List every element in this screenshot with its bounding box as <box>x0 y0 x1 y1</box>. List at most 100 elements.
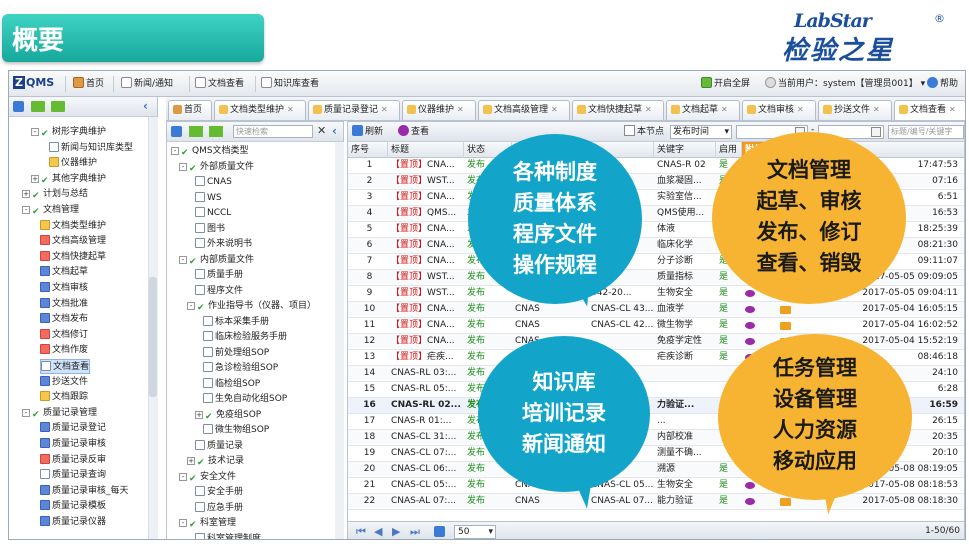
left-scrollbar-thumb[interactable] <box>149 277 157 397</box>
refresh-icon[interactable] <box>13 101 24 112</box>
row-title-text[interactable]: CNAS-CL 05:... <box>391 480 456 490</box>
tree-node[interactable]: 文档批准 <box>40 297 88 312</box>
tree-node[interactable]: 文档审核 <box>40 281 88 296</box>
collapse-icon[interactable]: - <box>22 408 30 417</box>
tree-node[interactable]: NCCL <box>195 206 231 221</box>
prev-page-icon[interactable]: ◀ <box>374 525 382 538</box>
tree-node[interactable]: 文档高级管理 <box>40 234 106 249</box>
tree-node[interactable]: 文档发布 <box>40 312 88 327</box>
row-title-text[interactable]: WST... <box>427 272 455 282</box>
tab-5[interactable]: 文档快捷起草 ✕ <box>572 100 664 120</box>
clear-search-icon[interactable]: ✕ <box>317 124 326 137</box>
tree-node[interactable]: + ✔ 免疫组SOP <box>195 408 261 423</box>
eye-icon[interactable] <box>745 290 755 297</box>
tree-node[interactable]: - ✔ 内部质量文件 <box>179 253 254 268</box>
refresh-button[interactable]: 刷新 <box>352 125 383 139</box>
tree-node[interactable]: - ✔ 文档管理 <box>22 203 79 218</box>
tree-node[interactable]: 文档作废 <box>40 343 88 358</box>
eye-icon[interactable] <box>745 482 755 489</box>
tab-8[interactable]: 抄送文件 ✕ <box>818 100 892 120</box>
row-title-text[interactable]: CNAS-RL 03:... <box>391 368 456 378</box>
next-page-icon[interactable]: ▶ <box>392 525 400 538</box>
tab-4[interactable]: 文档高级管理 ✕ <box>478 100 570 120</box>
tree-node[interactable]: - ✔ 树形字典维护 <box>31 125 106 140</box>
eye-icon[interactable] <box>745 498 755 505</box>
row-title-text[interactable]: WST... <box>427 288 455 298</box>
tree-node[interactable]: 标本采集手册 <box>203 315 269 330</box>
close-icon[interactable]: ✕ <box>457 105 464 114</box>
table-row[interactable]: 22 CNAS-AL 07:... 发布 CNAS CNAS-AL 07... 能力验证是… <box>348 494 964 510</box>
row-title-text[interactable]: CNA... <box>427 224 455 234</box>
table-row[interactable]: 9【置顶】WST...发布WS442-20...生物安全是2017-05-05 … <box>348 286 964 302</box>
tree-node[interactable]: 科室管理制度 <box>195 532 261 539</box>
collapse-panel-icon[interactable]: ‹ <box>332 124 337 138</box>
tree-node[interactable]: 临检组SOP <box>203 377 260 392</box>
collapse-icon[interactable]: - <box>22 206 30 214</box>
calendar-icon[interactable] <box>871 127 881 137</box>
expand-icon[interactable]: + <box>31 174 39 183</box>
expand-icon[interactable]: + <box>195 410 203 419</box>
row-title-text[interactable]: CNA... <box>427 192 455 202</box>
tree-node[interactable]: 质量手册 <box>195 268 243 283</box>
row-title-text[interactable]: 疟疾... <box>427 352 454 362</box>
fullscreen-button[interactable]: 开启全屏 <box>701 77 750 91</box>
tree-node[interactable]: - ✔ 外部质量文件 <box>179 160 254 175</box>
expand-icon[interactable]: + <box>187 457 195 465</box>
tree-node[interactable]: 抄送文件 <box>40 375 88 390</box>
home-button[interactable]: 首页 <box>73 77 104 91</box>
tree-node[interactable]: - ✔ 质量记录管理 <box>22 406 97 421</box>
tree-node[interactable]: - ✔ 科室管理 <box>179 516 236 531</box>
collapse-icon[interactable]: - <box>179 255 187 264</box>
tree-node[interactable]: - ✔ 安全文件 <box>179 470 236 485</box>
tree-node[interactable]: 文档跟踪 <box>40 390 88 405</box>
row-title-text[interactable]: WST... <box>427 176 455 186</box>
expand-all-icon[interactable] <box>31 101 45 112</box>
collapse-all-icon[interactable] <box>51 101 65 112</box>
tree-node[interactable]: 临床检验服务手册 <box>203 330 287 345</box>
row-title-text[interactable]: CNA... <box>427 336 455 346</box>
tree-node[interactable]: 质量记录仪器 <box>40 515 106 530</box>
tree-node[interactable]: 质量记录审核 <box>40 437 106 452</box>
tree-node[interactable]: 文档快捷起草 <box>40 250 106 265</box>
close-icon[interactable]: ✕ <box>873 105 880 114</box>
col-title[interactable]: 标题 <box>388 142 464 158</box>
tree-node[interactable]: 新闻与知识库类型 <box>49 141 133 156</box>
tree-node[interactable]: 质量记录审核_每天 <box>40 484 129 499</box>
tree-node[interactable]: WS <box>195 191 222 206</box>
expand-icon[interactable]: + <box>22 190 30 199</box>
page-size-select[interactable]: 50 ▾ <box>454 525 496 539</box>
tree-node[interactable]: 文档修订 <box>40 328 88 343</box>
last-page-icon[interactable]: ⏭ <box>410 525 420 539</box>
news-button[interactable]: 新闻/通知 <box>121 77 173 91</box>
eye-icon[interactable] <box>745 322 755 329</box>
refresh-icon[interactable] <box>434 526 445 537</box>
col-keyword[interactable]: 关键字 <box>654 142 716 158</box>
date-type-select[interactable]: 发布时间 ▾ <box>670 125 732 139</box>
tree-node[interactable]: - ✔ 作业指导书（仪器、项目） <box>187 299 316 314</box>
eye-icon[interactable] <box>745 338 755 345</box>
col-no[interactable]: 序号 <box>348 142 388 158</box>
tab-1[interactable]: 文档类型维护 ✕ <box>214 100 306 120</box>
quick-search-input[interactable]: 快速检索 <box>233 125 313 138</box>
row-title-text[interactable]: CNAS-R 01:... <box>391 416 451 426</box>
tab-2[interactable]: 质量记录登记 ✕ <box>308 100 400 120</box>
tree-node[interactable]: 文档类型维护 <box>40 219 106 234</box>
tab-7[interactable]: 文档审核 ✕ <box>742 100 816 120</box>
keyword-search-input[interactable]: 标题/编号/关键字 <box>888 125 964 139</box>
row-title-text[interactable]: CNAS-RL 05:... <box>391 384 456 394</box>
tree-node[interactable]: CNAS <box>195 175 232 190</box>
close-icon[interactable]: ✕ <box>381 105 388 114</box>
collapse-icon[interactable]: - <box>187 302 195 310</box>
this-node-checkbox[interactable]: 本节点 <box>624 125 664 139</box>
tree-node[interactable]: 安全手册 <box>195 485 243 500</box>
tree-node[interactable]: 应急手册 <box>195 501 243 516</box>
help-button[interactable]: 帮助 <box>927 77 958 91</box>
collapse-icon[interactable]: - <box>179 472 187 481</box>
tree-node[interactable]: 前处理组SOP <box>203 346 269 361</box>
collapse-panel-icon[interactable]: ‹ <box>143 99 148 113</box>
tree-node[interactable]: 仪器维护 <box>49 156 97 171</box>
tree-node[interactable]: 图书 <box>195 222 225 237</box>
close-icon[interactable]: ✕ <box>287 105 294 114</box>
doc-view-button[interactable]: 文档查看 <box>195 77 244 91</box>
row-title-text[interactable]: CNA... <box>427 160 455 170</box>
